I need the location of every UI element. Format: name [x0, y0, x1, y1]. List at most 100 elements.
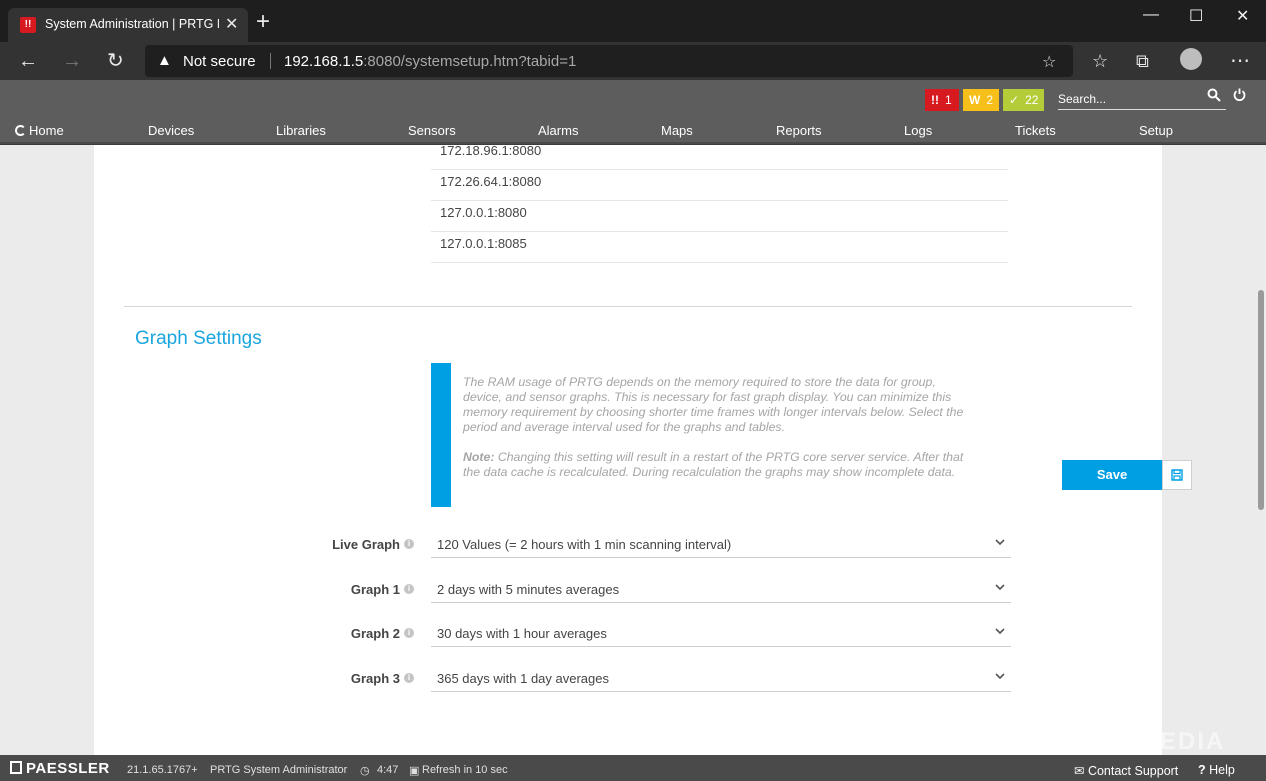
security-label: Not secure [183, 53, 256, 70]
url-text[interactable]: 192.168.1.5:8080/systemsetup.htm?tabid=1 [284, 53, 576, 70]
graph1-select[interactable]: 2 days with 5 minutes averages [431, 576, 1011, 603]
watermark: SOFTPEDIA [1070, 728, 1226, 755]
live-graph-select[interactable]: 120 Values (= 2 hours with 1 min scannin… [431, 531, 1011, 558]
graph3-select[interactable]: 365 days with 1 day averages [431, 665, 1011, 692]
menu-devices[interactable]: Devices [148, 123, 194, 138]
url-path: :8080/systemsetup.htm?tabid=1 [363, 53, 577, 70]
field-label-text: Live Graph [332, 537, 400, 552]
page-scrollbar[interactable] [1256, 145, 1266, 755]
info-icon[interactable]: i [404, 673, 414, 683]
maximize-icon[interactable]: ☐ [1189, 6, 1203, 26]
chevron-down-icon [995, 539, 1005, 546]
paessler-logo: PAESSLER [10, 760, 110, 777]
window-close-icon[interactable]: ✕ [1236, 6, 1249, 26]
refresh-text[interactable]: Refresh in 10 sec [422, 764, 508, 776]
info-text: The RAM usage of PRTG depends on the mem… [463, 375, 978, 480]
menu-libraries[interactable]: Libraries [276, 123, 326, 138]
paessler-logo-icon [10, 761, 22, 774]
graph2-label: Graph 2 i [94, 626, 414, 641]
info-icon[interactable]: i [404, 584, 414, 594]
chevron-down-icon [995, 584, 1005, 591]
more-menu-icon[interactable]: ⋯ [1230, 48, 1250, 74]
add-favorite-icon[interactable]: ☆ [1042, 52, 1056, 72]
save-disk-button[interactable] [1162, 460, 1192, 490]
menu-home[interactable]: Home [15, 123, 64, 138]
tab-close-icon[interactable]: ✕ [225, 14, 238, 34]
help-label: Help [1209, 763, 1235, 777]
ip-binding-row: 127.0.0.1:8080 [431, 201, 1008, 232]
profile-avatar[interactable] [1180, 48, 1202, 70]
chevron-down-icon [995, 628, 1005, 635]
logout-power-icon[interactable] [1233, 88, 1246, 104]
select-value: 365 days with 1 day averages [437, 671, 609, 686]
select-value: 30 days with 1 hour averages [437, 626, 607, 641]
info-paragraph: The RAM usage of PRTG depends on the mem… [463, 375, 964, 434]
select-value: 2 days with 5 minutes averages [437, 582, 620, 597]
version-text: 21.1.65.1767+ [127, 764, 198, 776]
ip-binding-row: 172.18.96.1:8080 [431, 139, 1008, 170]
user-name[interactable]: PRTG System Administrator [210, 764, 347, 776]
section-divider [124, 306, 1132, 307]
favorites-icon[interactable]: ☆ [1092, 48, 1108, 74]
content-area: 172.18.96.1:8080 172.26.64.1:8080 127.0.… [0, 143, 1266, 755]
warning-count: 2 [986, 93, 994, 107]
menu-setup[interactable]: Setup [1139, 123, 1173, 138]
chevron-down-icon [995, 673, 1005, 680]
warning-letter-icon: W [969, 93, 981, 107]
alarm-badge[interactable]: !! 1 [925, 89, 959, 111]
search-input[interactable]: Search... [1058, 92, 1226, 110]
status-footer: PAESSLER 21.1.65.1767+ PRTG System Admin… [0, 755, 1266, 781]
contact-label: Contact Support [1087, 764, 1179, 778]
graph-settings-title: Graph Settings [135, 328, 262, 349]
alarm-count: 1 [945, 93, 952, 107]
collections-icon[interactable]: ⧉ [1136, 48, 1149, 74]
back-icon[interactable]: ← [18, 48, 38, 74]
address-bar[interactable]: ▲ Not secure 192.168.1.5:8080/systemsetu… [145, 45, 1073, 77]
reload-icon[interactable]: ↻ [107, 48, 124, 74]
menu-sensors[interactable]: Sensors [408, 123, 456, 138]
contact-support-link[interactable]: ✉ Contact Support [1074, 763, 1178, 778]
ip-binding-row: 172.26.64.1:8080 [431, 170, 1008, 201]
menu-reports[interactable]: Reports [776, 123, 822, 138]
warning-badge[interactable]: W2 [963, 89, 999, 111]
menu-tickets[interactable]: Tickets [1015, 123, 1056, 138]
search-icon[interactable] [1207, 88, 1221, 105]
ok-badge[interactable]: ✓ 22 [1003, 89, 1044, 111]
info-accent-bar [431, 363, 451, 507]
browser-toolbar: ← → ↻ ▲ Not secure 192.168.1.5:8080/syst… [0, 42, 1266, 80]
browser-tab[interactable]: !! System Administration | PRTG Ne ✕ [8, 8, 248, 42]
ip-binding-row: 127.0.0.1:8085 [431, 232, 1008, 263]
home-icon [15, 125, 26, 136]
ok-count: 22 [1025, 93, 1039, 107]
info-icon[interactable]: i [404, 539, 414, 549]
note-text: Changing this setting will result in a r… [463, 450, 964, 479]
forward-icon[interactable]: → [62, 48, 82, 74]
alarm-icon: !! [931, 93, 939, 107]
warning-icon: ▲ [157, 52, 172, 69]
browser-titlebar: !! System Administration | PRTG Ne ✕ + —… [0, 0, 1266, 42]
tab-title: System Administration | PRTG Ne [45, 17, 219, 31]
field-label-text: Graph 1 [350, 582, 400, 597]
check-icon: ✓ [1009, 93, 1020, 107]
refresh-icon[interactable]: ▣ [409, 764, 419, 777]
menu-maps[interactable]: Maps [661, 123, 693, 138]
time-text: 4:47 [377, 764, 399, 776]
help-link[interactable]: ? Help [1198, 763, 1235, 777]
scrollbar-thumb[interactable] [1258, 290, 1264, 510]
new-tab-icon[interactable]: + [256, 10, 270, 34]
menu-alarms[interactable]: Alarms [538, 123, 578, 138]
save-button[interactable]: Save [1062, 460, 1162, 490]
graph2-select[interactable]: 30 days with 1 hour averages [431, 620, 1011, 647]
minimize-icon[interactable]: — [1143, 6, 1159, 24]
menu-logs[interactable]: Logs [904, 123, 932, 138]
select-value: 120 Values (= 2 hours with 1 min scannin… [437, 537, 732, 552]
info-icon[interactable]: i [404, 628, 414, 638]
field-label-text: Graph 2 [350, 626, 400, 641]
info-box: The RAM usage of PRTG depends on the mem… [431, 363, 981, 507]
graph1-label: Graph 1 i [94, 582, 414, 597]
brand-name: PAESSLER [26, 760, 110, 777]
menu-label: Home [29, 123, 64, 138]
help-icon: ? [1198, 763, 1210, 777]
settings-panel: 172.18.96.1:8080 172.26.64.1:8080 127.0.… [94, 143, 1192, 755]
url-host: 192.168.1.5 [284, 53, 364, 70]
